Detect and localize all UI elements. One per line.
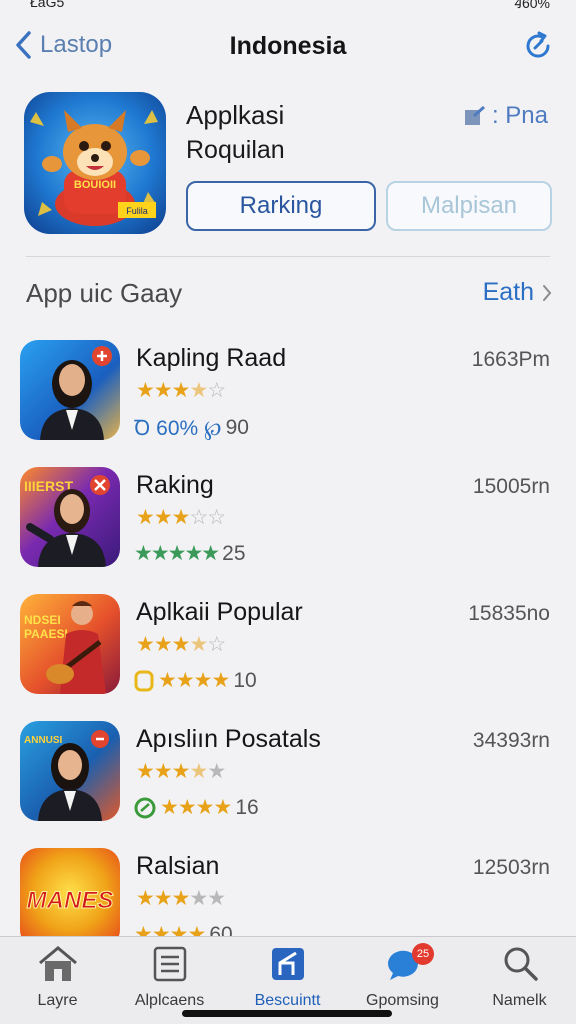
portrait-icon [40, 346, 112, 440]
tab-label: Layre [37, 992, 78, 1009]
featured-icon-text: BOUIOII [74, 179, 116, 191]
app-meta: ★★★★ 10 [134, 668, 257, 693]
app-size: 12503rn [472, 856, 550, 879]
app-size: 15835no [468, 602, 550, 625]
award-icon [134, 670, 154, 691]
pin-label: : Pna [491, 102, 548, 129]
app-title: Apısliın Posatals [136, 725, 321, 753]
meta-count: 90 [225, 416, 249, 439]
svg-text:NDSEI: NDSEI [24, 613, 61, 627]
dog-mascot-icon: BOUIOII Fulila [30, 110, 158, 226]
portrait-icon: ANNUSI [24, 730, 109, 821]
app-size: 34393rn [472, 729, 550, 752]
tab-label: Alplcaens [134, 992, 205, 1009]
app-size: 1663Pm [471, 348, 550, 371]
app-meta: ★★★★★ 25 [134, 541, 246, 566]
meta-prefix: Ꝺ 60% ℘ [134, 417, 222, 440]
see-all-link[interactable]: Eath [483, 278, 552, 307]
app-title: Kapling Raad [136, 344, 287, 372]
star-rating: ★★★★★ [136, 887, 226, 910]
tab-store[interactable]: Bescuintt [230, 945, 345, 1010]
notification-badge: 25 [412, 943, 434, 965]
meta-prefix: ★★★★ [160, 796, 232, 819]
app-icon: ANNUSI [20, 721, 120, 821]
game-logo-icon: MANES [26, 887, 114, 915]
featured-app-name-line2: Roquilan [186, 136, 285, 164]
star-rating: ★★★★★ [136, 760, 226, 783]
tab-label: Namelk [492, 992, 547, 1009]
edit-icon [464, 106, 485, 125]
section-header: App uic Gaay Eath [26, 276, 552, 310]
featured-app-icon[interactable]: BOUIOII Fulila [24, 92, 166, 234]
app-icon: NDSEI PAAESI [20, 594, 120, 694]
app-meta: Ꝺ 60% ℘ 90 [134, 414, 249, 442]
list-item[interactable]: NDSEI PAAESI Aplkaii Popular 15835no ★★★… [20, 594, 552, 721]
app-title: Ralsian [136, 852, 220, 880]
search-icon [504, 947, 538, 981]
star-rating: ★★★★☆ [136, 379, 226, 402]
meta-count: 10 [233, 668, 257, 692]
section-heading: App uic Gaay [26, 278, 183, 308]
list-item[interactable]: ANNUSI Apısliın Posatals 34393rn ★★★★★ ★… [20, 721, 552, 848]
app-icon: MANES [20, 848, 120, 948]
app-title: Aplkaii Popular [136, 598, 303, 626]
list-item[interactable]: IIIERST Raking 15005rn ★★★☆☆ ★★★★★ 25 [20, 467, 552, 594]
featured-app: BOUIOII Fulila Applkasi Roquilan : Pna R… [24, 92, 552, 237]
chevron-right-icon [543, 284, 552, 301]
app-title: Raking [136, 471, 214, 499]
see-all-label: Eath [482, 278, 534, 306]
refresh-button[interactable] [522, 30, 554, 67]
status-time: ŁaG5 [30, 0, 65, 10]
store-icon [271, 948, 304, 980]
home-icon [38, 946, 77, 981]
leaf-icon [134, 797, 156, 818]
home-indicator [182, 1010, 392, 1017]
meta-count: 25 [222, 541, 246, 565]
svg-text:PAAESI: PAAESI [24, 627, 68, 641]
secondary-button[interactable]: Malpisan [386, 181, 552, 231]
meta-count: 16 [235, 795, 259, 819]
app-icon [20, 340, 120, 440]
page-title: Indonesia [229, 32, 347, 60]
tab-messages[interactable]: 25 Gpomsing [345, 943, 460, 1010]
tab-home[interactable]: Layre [0, 945, 115, 1010]
featured-app-name-line1: Applkasi [186, 100, 285, 130]
tab-search[interactable]: Namelk [462, 945, 576, 1010]
tab-label: Gpomsing [366, 992, 439, 1009]
ranking-button[interactable]: Rarking [186, 181, 376, 231]
app-icon: IIIERST [20, 467, 120, 567]
app-size: 15005rn [472, 475, 550, 498]
meta-prefix: ★★★★ [158, 669, 230, 692]
game-logo-text: MANES [27, 887, 114, 914]
list-icon [153, 946, 186, 982]
star-rating: ★★★☆☆ [136, 506, 226, 529]
guitar-player-icon: NDSEI PAAESI [24, 601, 106, 694]
tab-label: Bescuintt [254, 992, 321, 1009]
star-rating: ★★★★☆ [136, 633, 226, 656]
divider [26, 256, 550, 257]
tab-applications[interactable]: Alplcaens [112, 945, 227, 1010]
status-battery: Ꜭ60% [514, 0, 550, 11]
app-list: Kapling Raad 1663Pm ★★★★☆ Ꝺ 60% ℘ 90 III… [20, 340, 552, 975]
portrait-icon: IIIERST [24, 475, 110, 567]
app-meta: ★★★★ 16 [134, 795, 259, 820]
pin-control[interactable]: : Pna [464, 102, 548, 130]
svg-text:ANNUSI: ANNUSI [24, 735, 63, 746]
refresh-icon [526, 31, 550, 58]
meta-prefix: ★★★★★ [134, 542, 220, 565]
featured-icon-tag: Fulila [126, 206, 148, 216]
list-item[interactable]: Kapling Raad 1663Pm ★★★★☆ Ꝺ 60% ℘ 90 [20, 340, 552, 467]
navigation-bar: Lastop Indonesia [0, 22, 576, 72]
status-bar: ŁaG5 Ꜭ60% [0, 0, 576, 14]
